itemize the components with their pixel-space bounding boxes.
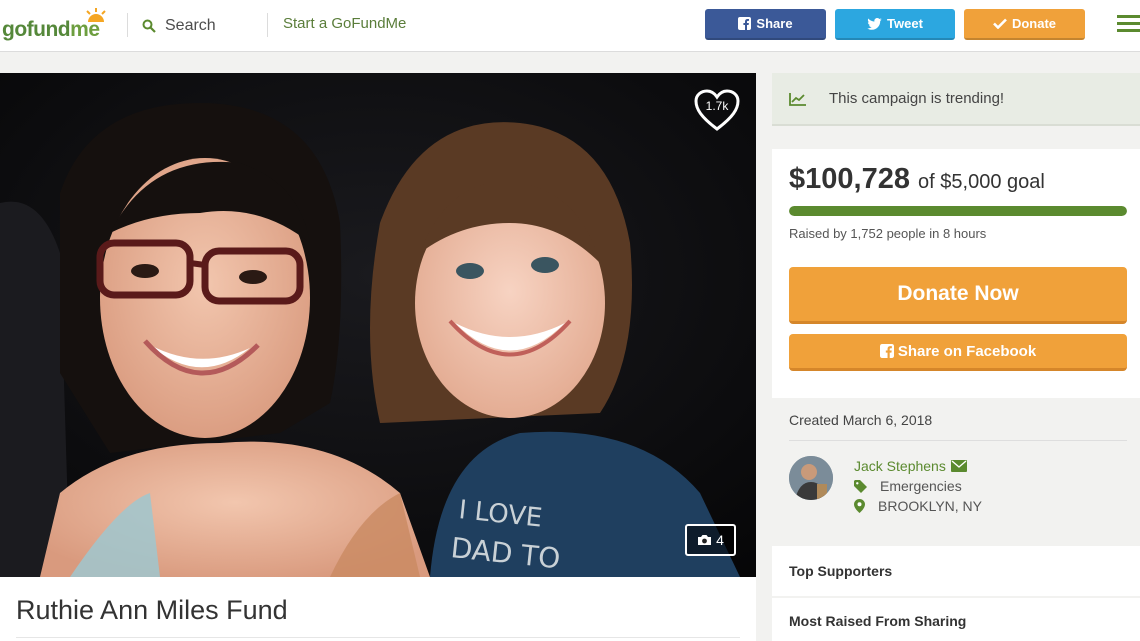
most-raised-sharing-section[interactable]: Most Raised From Sharing bbox=[772, 598, 1140, 641]
search-icon bbox=[142, 19, 156, 33]
campaign-photo[interactable]: I LOVE DAD TO bbox=[0, 73, 756, 577]
logo-wordmark: gofundme bbox=[2, 18, 100, 41]
location-text: BROOKLYN, NY bbox=[878, 498, 982, 514]
hamburger-menu-icon[interactable] bbox=[1117, 15, 1140, 33]
checkmark-icon bbox=[993, 18, 1007, 29]
top-header: gofundme Search Start a GoFundMe Share T… bbox=[0, 0, 1140, 52]
search-link[interactable]: Search bbox=[142, 14, 216, 38]
organizer-link[interactable]: Jack Stephens bbox=[854, 458, 967, 474]
location-row: BROOKLYN, NY bbox=[854, 498, 982, 514]
funding-card: $100,728 of $5,000 goal Raised by 1,752 … bbox=[772, 149, 1140, 398]
facebook-icon bbox=[738, 17, 752, 30]
trending-banner: This campaign is trending! bbox=[772, 73, 1140, 126]
progress-bar-fill bbox=[789, 206, 1127, 216]
map-pin-icon bbox=[854, 499, 865, 513]
campaign-title-bar: Ruthie Ann Miles Fund bbox=[0, 577, 756, 641]
start-gofundme-link[interactable]: Start a GoFundMe bbox=[283, 15, 406, 32]
avatar-image bbox=[789, 456, 833, 500]
trending-text: This campaign is trending! bbox=[829, 90, 1005, 107]
twitter-icon bbox=[867, 17, 882, 30]
share-on-facebook-button[interactable]: Share on Facebook bbox=[789, 334, 1127, 371]
campaign-title: Ruthie Ann Miles Fund bbox=[16, 595, 288, 625]
likes-count: 1.7k bbox=[705, 99, 729, 113]
divider bbox=[16, 637, 740, 638]
campaign-details: Created March 6, 2018 Jack Stephens Emer… bbox=[772, 398, 1140, 528]
envelope-icon[interactable] bbox=[950, 460, 967, 472]
raised-by-text: Raised by 1,752 people in 8 hours bbox=[789, 226, 987, 241]
donate-now-button[interactable]: Donate Now bbox=[789, 267, 1127, 324]
photo-gallery-button[interactable]: 4 bbox=[685, 524, 736, 556]
raised-amount: $100,728 of $5,000 goal bbox=[789, 163, 1045, 195]
campaign-photo-illustration: I LOVE DAD TO bbox=[0, 73, 756, 577]
organizer-avatar[interactable] bbox=[789, 456, 833, 500]
header-donate-button[interactable]: Donate bbox=[964, 9, 1085, 40]
created-date: Created March 6, 2018 bbox=[789, 412, 933, 428]
gofundme-logo[interactable]: gofundme bbox=[2, 8, 112, 42]
goal-text: of $5,000 goal bbox=[918, 171, 1045, 193]
top-supporters-section[interactable]: Top Supporters bbox=[772, 546, 1140, 596]
category-row: Emergencies bbox=[854, 478, 962, 494]
tweet-button[interactable]: Tweet bbox=[835, 9, 955, 40]
camera-icon bbox=[698, 535, 712, 545]
header-divider bbox=[127, 13, 128, 37]
facebook-share-button[interactable]: Share bbox=[705, 9, 826, 40]
progress-bar bbox=[789, 206, 1127, 216]
category-link[interactable]: Emergencies bbox=[880, 478, 962, 494]
header-divider bbox=[267, 13, 268, 37]
divider bbox=[789, 440, 1127, 441]
facebook-icon bbox=[879, 344, 894, 358]
tag-icon bbox=[854, 479, 867, 493]
most-raised-heading: Most Raised From Sharing bbox=[789, 613, 967, 629]
top-supporters-heading: Top Supporters bbox=[789, 563, 893, 579]
search-label: Search bbox=[165, 17, 216, 34]
trending-chart-icon bbox=[789, 92, 806, 106]
